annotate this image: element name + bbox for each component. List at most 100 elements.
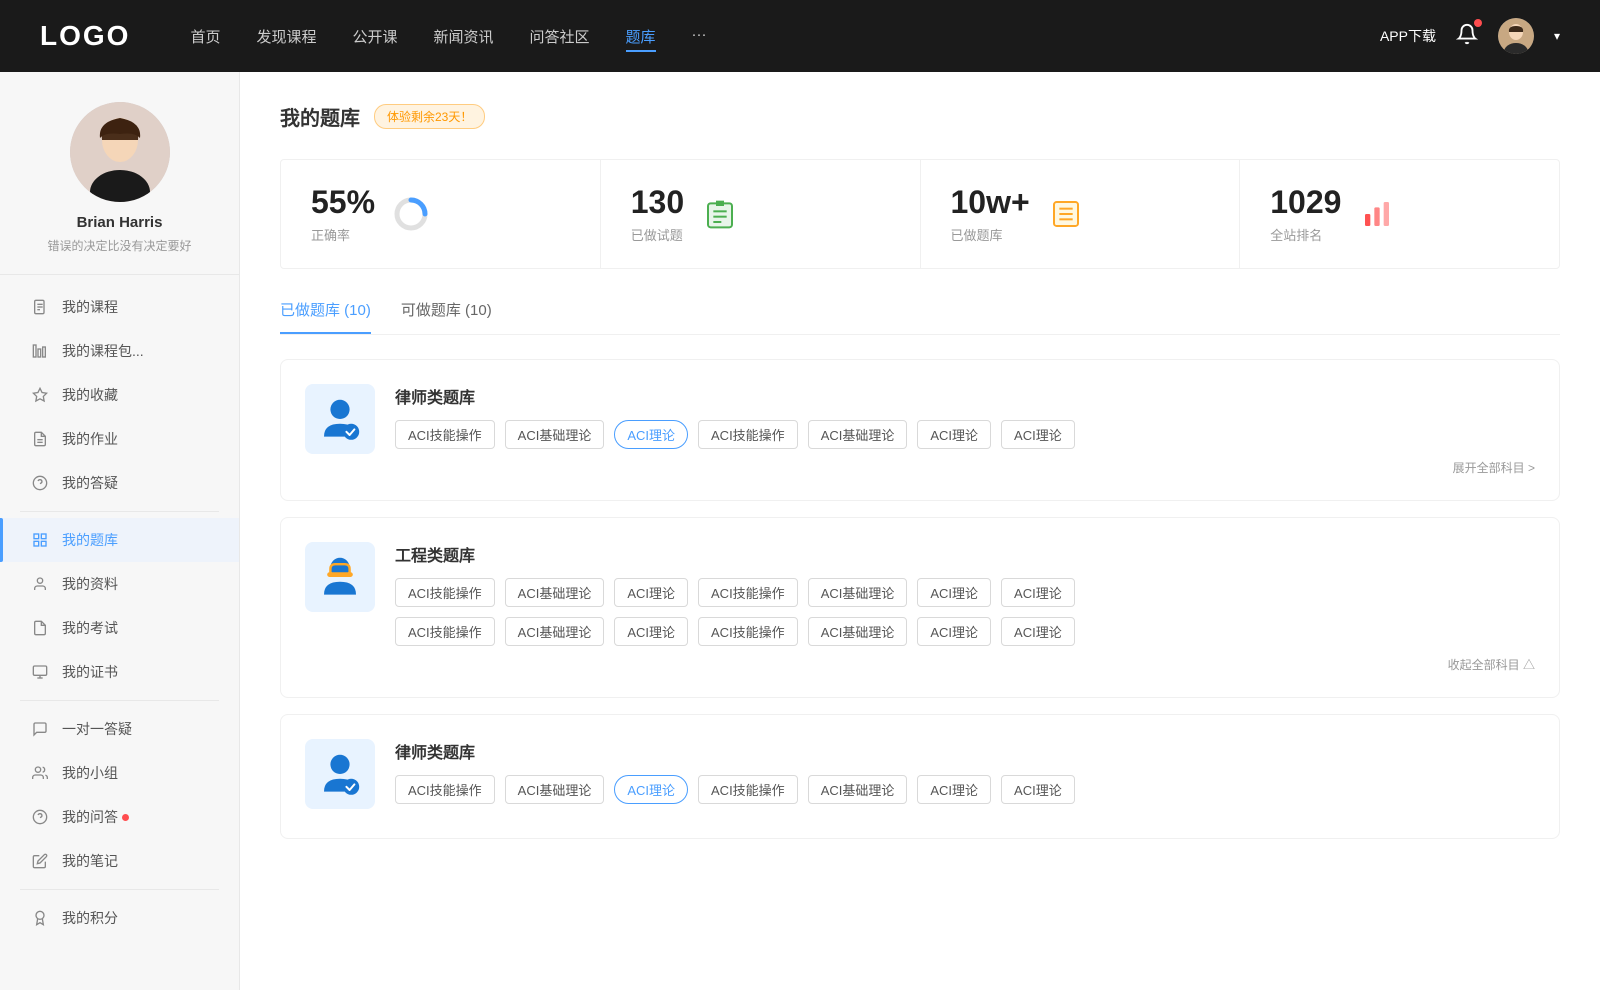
sidebar-item-my-qa[interactable]: 我的答疑 <box>0 461 239 505</box>
tags-row-2: ACI技能操作 ACI基础理论 ACI理论 ACI技能操作 ACI基础理论 AC… <box>395 775 1535 804</box>
tag-1-1[interactable]: ACI基础理论 <box>505 578 605 607</box>
logo[interactable]: LOGO <box>40 20 130 52</box>
expand-link-0[interactable]: 展开全部科目 > <box>395 459 1535 476</box>
sidebar-item-one-on-one[interactable]: 一对一答疑 <box>0 707 239 751</box>
nav-item-bank[interactable]: 题库 <box>626 26 656 47</box>
tag-0-6[interactable]: ACI理论 <box>1001 420 1075 449</box>
app-download-btn[interactable]: APP下载 <box>1380 26 1436 46</box>
sidebar-item-course-pack[interactable]: 我的课程包... <box>0 329 239 373</box>
tag-1-5[interactable]: ACI理论 <box>917 578 991 607</box>
sidebar-item-my-info[interactable]: 我的资料 <box>0 562 239 606</box>
tag-1-3[interactable]: ACI技能操作 <box>698 578 798 607</box>
sidebar-item-my-exam[interactable]: 我的考试 <box>0 606 239 650</box>
sidebar-item-my-courses[interactable]: 我的课程 <box>0 285 239 329</box>
page-header: 我的题库 体验剩余23天！ <box>280 102 1560 131</box>
sidebar-label-course-pack: 我的课程包... <box>62 341 144 361</box>
tab-done-banks[interactable]: 已做题库 (10) <box>280 299 371 334</box>
sidebar-item-my-notes[interactable]: 我的笔记 <box>0 839 239 883</box>
nav-item-open[interactable]: 公开课 <box>352 26 397 47</box>
tag-1-4[interactable]: ACI基础理论 <box>808 578 908 607</box>
tag-0-2[interactable]: ACI理论 <box>614 420 688 449</box>
nav-item-qa[interactable]: 问答社区 <box>530 26 590 47</box>
main-content: 我的题库 体验剩余23天！ 55% 正确率 <box>240 72 1600 990</box>
tag-0-1[interactable]: ACI基础理论 <box>505 420 605 449</box>
user-dropdown-arrow[interactable]: ▾ <box>1554 29 1560 43</box>
user-icon <box>30 574 50 594</box>
nav-item-news[interactable]: 新闻资讯 <box>434 26 494 47</box>
tag-0-4[interactable]: ACI基础理论 <box>808 420 908 449</box>
list-icon <box>1046 194 1086 234</box>
tag-2-6[interactable]: ACI理论 <box>1001 775 1075 804</box>
tag-2-2[interactable]: ACI理论 <box>614 775 688 804</box>
sidebar-label-my-courses: 我的课程 <box>62 297 118 317</box>
group-icon <box>30 763 50 783</box>
tag-1-2[interactable]: ACI理论 <box>614 578 688 607</box>
sidebar-item-question-bank[interactable]: 我的题库 <box>0 518 239 562</box>
stat-banks-text: 10w+ 已做题库 <box>951 184 1030 244</box>
sidebar-item-my-group[interactable]: 我的小组 <box>0 751 239 795</box>
tag-1-6[interactable]: ACI理论 <box>1001 578 1075 607</box>
bank-card-content-1: 工程类题库 ACI技能操作 ACI基础理论 ACI理论 ACI技能操作 ACI基… <box>395 542 1535 673</box>
tag-1-13[interactable]: ACI理论 <box>1001 617 1075 646</box>
tag-1-12[interactable]: ACI理论 <box>917 617 991 646</box>
nav-item-discover[interactable]: 发现课程 <box>256 26 316 47</box>
tag-1-9[interactable]: ACI理论 <box>614 617 688 646</box>
tag-1-11[interactable]: ACI基础理论 <box>808 617 908 646</box>
tag-2-4[interactable]: ACI基础理论 <box>808 775 908 804</box>
stat-accuracy-text: 55% 正确率 <box>311 184 375 244</box>
sidebar-label-my-qa: 我的答疑 <box>62 473 118 493</box>
question-icon <box>30 473 50 493</box>
sidebar-item-homework[interactable]: 我的作业 <box>0 417 239 461</box>
edit-icon <box>30 429 50 449</box>
stat-banks-value: 10w+ <box>951 184 1030 221</box>
sidebar-label-my-notes: 我的笔记 <box>62 851 118 871</box>
sidebar-item-favorites[interactable]: 我的收藏 <box>0 373 239 417</box>
sidebar-label-question-bank: 我的题库 <box>62 530 118 550</box>
tab-available-banks[interactable]: 可做题库 (10) <box>401 299 492 334</box>
tag-2-1[interactable]: ACI基础理论 <box>505 775 605 804</box>
tag-0-3[interactable]: ACI技能操作 <box>698 420 798 449</box>
sidebar-label-homework: 我的作业 <box>62 429 118 449</box>
sidebar-label-my-questions: 我的问答 <box>62 807 118 827</box>
stat-done-questions: 130 已做试题 <box>601 160 921 268</box>
tag-1-7[interactable]: ACI技能操作 <box>395 617 495 646</box>
stats-row: 55% 正确率 130 已做试题 <box>280 159 1560 269</box>
doc-icon <box>30 618 50 638</box>
clipboard-icon <box>700 194 740 234</box>
bank-icon-lawyer-0 <box>305 384 375 454</box>
nav-menu: 首页 发现课程 公开课 新闻资讯 问答社区 题库 ··· <box>190 26 1380 47</box>
tag-1-0[interactable]: ACI技能操作 <box>395 578 495 607</box>
tag-2-0[interactable]: ACI技能操作 <box>395 775 495 804</box>
tag-0-5[interactable]: ACI理论 <box>917 420 991 449</box>
tag-1-8[interactable]: ACI基础理论 <box>505 617 605 646</box>
sidebar-item-my-questions[interactable]: 我的问答 <box>0 795 239 839</box>
sidebar-label-favorites: 我的收藏 <box>62 385 118 405</box>
sidebar-profile: Brian Harris 错误的决定比没有决定要好 <box>0 102 239 275</box>
tag-2-5[interactable]: ACI理论 <box>917 775 991 804</box>
tags-row-1-bottom: ACI技能操作 ACI基础理论 ACI理论 ACI技能操作 ACI基础理论 AC… <box>395 617 1535 646</box>
bank-card-content-0: 律师类题库 ACI技能操作 ACI基础理论 ACI理论 ACI技能操作 ACI基… <box>395 384 1535 476</box>
bank-card-2: 律师类题库 ACI技能操作 ACI基础理论 ACI理论 ACI技能操作 ACI基… <box>280 714 1560 839</box>
tags-row-0: ACI技能操作 ACI基础理论 ACI理论 ACI技能操作 ACI基础理论 AC… <box>395 420 1535 449</box>
user-avatar-nav[interactable] <box>1498 18 1534 54</box>
stat-ranking-text: 1029 全站排名 <box>1270 184 1341 244</box>
tag-0-0[interactable]: ACI技能操作 <box>395 420 495 449</box>
bank-icon-lawyer-2 <box>305 739 375 809</box>
bank-card-1: 工程类题库 ACI技能操作 ACI基础理论 ACI理论 ACI技能操作 ACI基… <box>280 517 1560 698</box>
divider-2 <box>20 700 219 701</box>
notification-bell[interactable] <box>1456 23 1478 50</box>
user-avatar <box>70 102 170 202</box>
nav-item-home[interactable]: 首页 <box>190 26 220 47</box>
bar-chart-icon <box>1357 194 1397 234</box>
sidebar-item-my-points[interactable]: 我的积分 <box>0 896 239 940</box>
nav-item-more[interactable]: ··· <box>692 26 707 47</box>
chat-icon <box>30 719 50 739</box>
tag-2-3[interactable]: ACI技能操作 <box>698 775 798 804</box>
sidebar-item-cert[interactable]: 我的证书 <box>0 650 239 694</box>
divider-1 <box>20 511 219 512</box>
tag-1-10[interactable]: ACI技能操作 <box>698 617 798 646</box>
sidebar-label-my-group: 我的小组 <box>62 763 118 783</box>
collapse-link-1[interactable]: 收起全部科目 △ <box>395 656 1535 673</box>
stat-done-text: 130 已做试题 <box>631 184 684 244</box>
navbar: LOGO 首页 发现课程 公开课 新闻资讯 问答社区 题库 ··· APP下载 … <box>0 0 1600 72</box>
